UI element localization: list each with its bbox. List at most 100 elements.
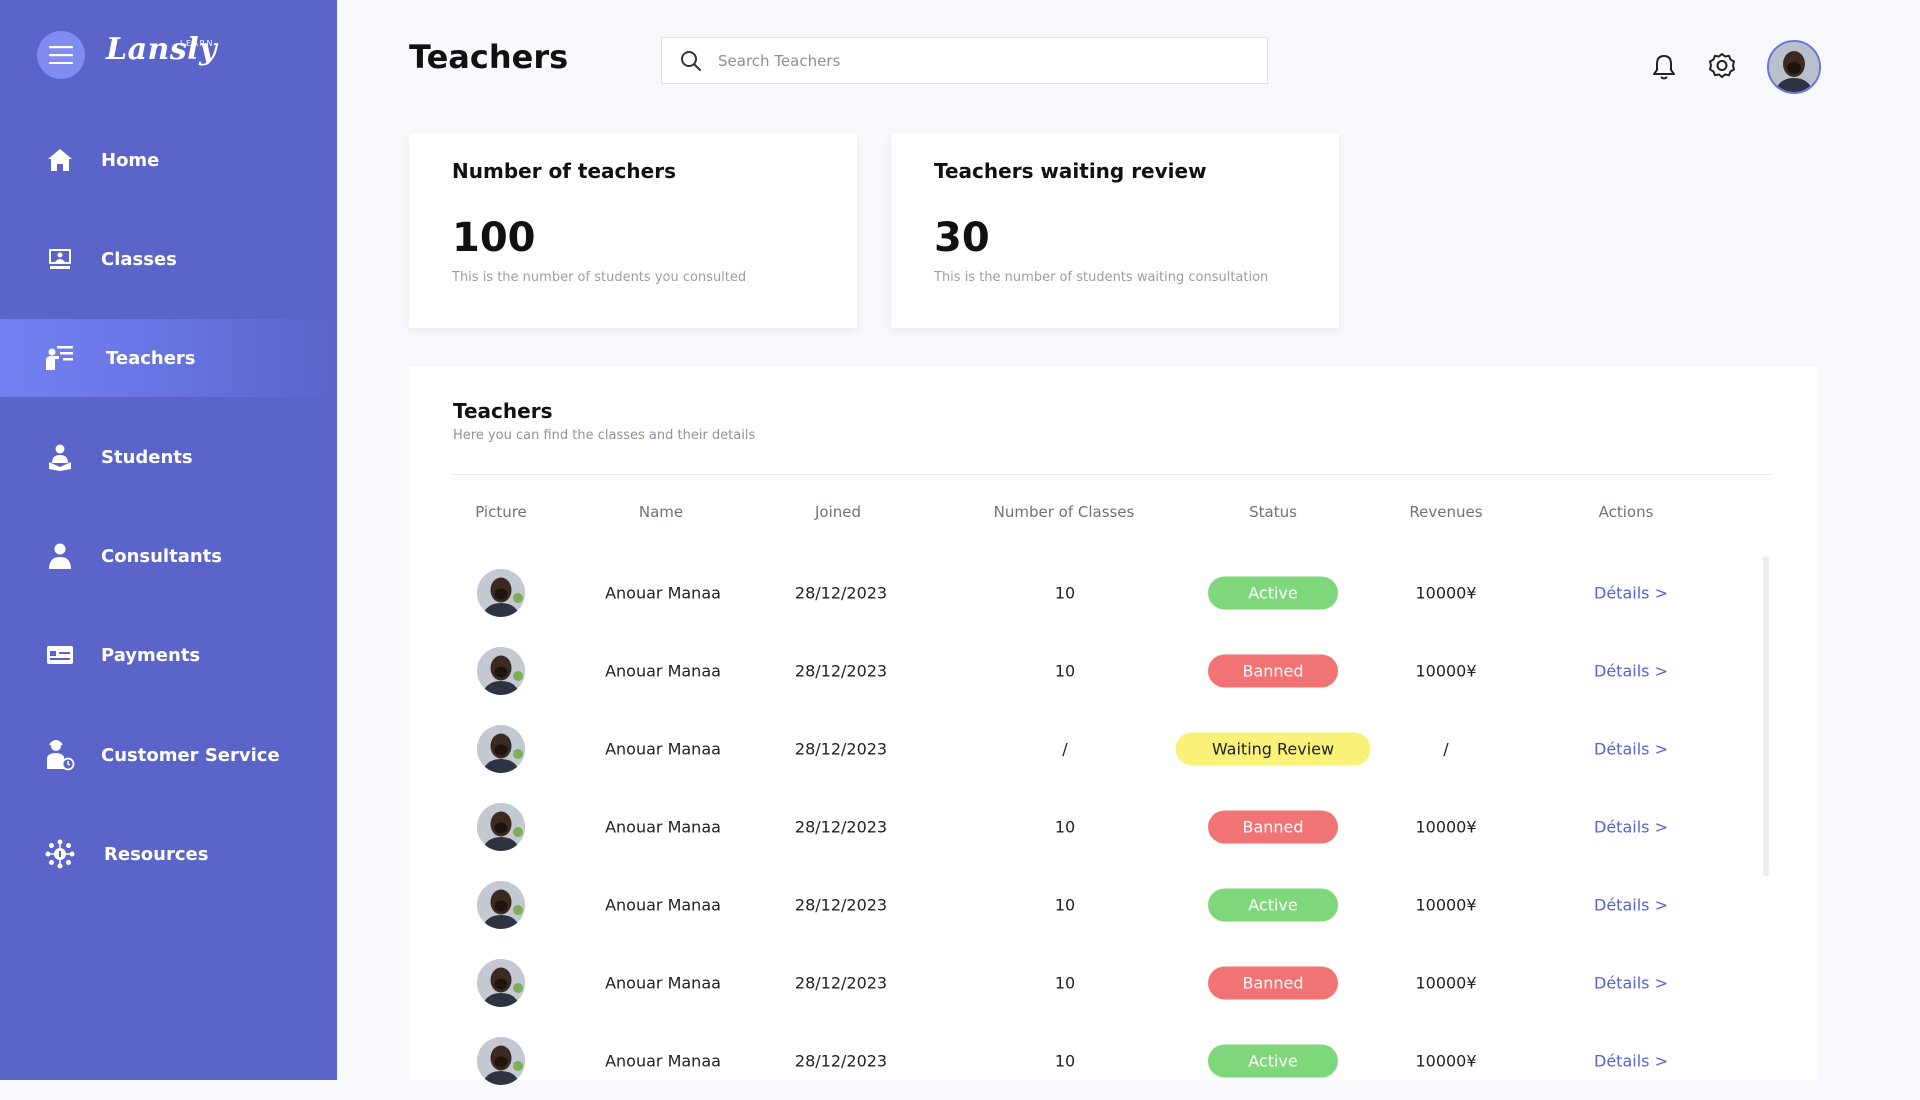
teacher-avatar [477, 569, 525, 617]
details-link[interactable]: Détails > [1594, 974, 1668, 993]
sidebar-item-payments[interactable]: Payments [0, 616, 337, 694]
number-of-classes: 10 [1054, 661, 1076, 681]
number-of-classes: 10 [1054, 583, 1076, 603]
joined-date: 28/12/2023 [794, 661, 888, 681]
teacher-name: Anouar Manaa [605, 661, 721, 681]
sidebar-item-label: Customer Service [101, 744, 280, 766]
teacher-name: Anouar Manaa [605, 583, 721, 603]
stat-card-title: Teachers waiting review [934, 159, 1207, 183]
table-subtitle: Here you can find the classes and their … [453, 428, 756, 443]
teacher-name: Anouar Manaa [605, 973, 721, 993]
details-link[interactable]: Détails > [1594, 584, 1668, 603]
status-badge: Active [1208, 888, 1338, 922]
stat-card-value: 100 [452, 215, 536, 261]
status-badge: Active [1208, 1044, 1338, 1078]
table-row: Anouar Manaa 28/12/2023 10 Active 10000¥ Déta… [409, 554, 1817, 632]
table-row: Anouar Manaa 28/12/2023 10 Active 10000¥ Déta… [409, 1022, 1817, 1100]
table-row: Anouar Manaa 28/12/2023 10 Active 10000¥ Déta… [409, 866, 1817, 944]
sidebar-item-consultants[interactable]: Consultants [0, 517, 337, 595]
details-link[interactable]: Détails > [1594, 740, 1668, 759]
sidebar-item-label: Teachers [106, 347, 196, 369]
consultant-icon [45, 541, 75, 571]
teacher-avatar [477, 881, 525, 929]
status-badge: Banned [1208, 966, 1338, 1000]
column-header-picture: Picture [475, 503, 527, 521]
sidebar-item-label: Payments [101, 644, 201, 666]
joined-date: 28/12/2023 [794, 895, 888, 915]
column-header-name: Name [638, 503, 684, 521]
table-scrollbar[interactable] [1763, 556, 1769, 876]
table-row: Anouar Manaa 28/12/2023 10 Banned 10000¥ Déta… [409, 788, 1817, 866]
revenue: 10000¥ [1415, 1051, 1477, 1071]
teacher-name: Anouar Manaa [605, 817, 721, 837]
search-input[interactable] [716, 50, 1240, 71]
search-bar [661, 37, 1268, 84]
status-badge: Banned [1208, 810, 1338, 844]
teacher-name: Anouar Manaa [605, 895, 721, 915]
stat-card-waiting-review: Teachers waiting review 30 This is the n… [891, 133, 1339, 328]
column-header-number-of-classes: Number of Classes [993, 503, 1135, 521]
column-header-actions: Actions [1598, 503, 1654, 521]
details-link[interactable]: Détails > [1594, 1052, 1668, 1071]
menu-toggle-button[interactable] [37, 31, 85, 79]
stat-card-description: This is the number of students waiting c… [934, 270, 1269, 285]
home-icon [45, 145, 75, 175]
number-of-classes: / [1062, 739, 1068, 759]
sidebar-item-label: Resources [104, 843, 209, 865]
number-of-classes: 10 [1054, 817, 1076, 837]
teacher-avatar [477, 647, 525, 695]
joined-date: 28/12/2023 [794, 583, 888, 603]
student-icon [45, 442, 75, 472]
column-header-revenues: Revenues [1409, 503, 1483, 521]
sidebar: Lansly LEARN Home Classes Teachers Stude… [0, 0, 337, 1080]
table-row: Anouar Manaa 28/12/2023 / Waiting Review / Dé… [409, 710, 1817, 788]
revenue: 10000¥ [1415, 661, 1477, 681]
customer-service-icon [45, 740, 75, 771]
status-badge: Active [1208, 576, 1338, 610]
sidebar-item-customer-service[interactable]: Customer Service [0, 716, 337, 794]
teacher-avatar [477, 959, 525, 1007]
teacher-name: Anouar Manaa [605, 1051, 721, 1071]
teacher-avatar [477, 725, 525, 773]
hamburger-icon [49, 46, 73, 64]
teacher-avatar [477, 803, 525, 851]
teacher-name: Anouar Manaa [605, 739, 721, 759]
app-logo: Lansly [106, 32, 218, 67]
sidebar-item-students[interactable]: Students [0, 418, 337, 496]
number-of-classes: 10 [1054, 895, 1076, 915]
details-link[interactable]: Détails > [1594, 662, 1668, 681]
sidebar-item-resources[interactable]: Resources [0, 815, 337, 893]
sidebar-item-home[interactable]: Home [0, 121, 337, 199]
status-badge: Banned [1208, 654, 1338, 688]
user-avatar[interactable] [1767, 40, 1821, 94]
page-title: Teachers [409, 38, 569, 76]
divider [453, 474, 1771, 475]
table-row: Anouar Manaa 28/12/2023 10 Banned 10000¥ Déta… [409, 632, 1817, 710]
table-row: Anouar Manaa 28/12/2023 10 Banned 10000¥ Déta… [409, 944, 1817, 1022]
sidebar-item-classes[interactable]: Classes [0, 220, 337, 298]
sidebar-item-label: Consultants [101, 545, 222, 567]
details-link[interactable]: Détails > [1594, 896, 1668, 915]
number-of-classes: 10 [1054, 1051, 1076, 1071]
resources-icon [45, 839, 75, 869]
sidebar-item-teachers[interactable]: Teachers [0, 319, 337, 397]
revenue: 10000¥ [1415, 817, 1477, 837]
column-header-status: Status [1249, 503, 1297, 521]
details-link[interactable]: Détails > [1594, 818, 1668, 837]
stat-card-description: This is the number of students you consu… [452, 270, 747, 285]
teacher-avatar [477, 1037, 525, 1085]
bell-icon [1653, 55, 1675, 80]
notification-button[interactable] [1649, 52, 1679, 82]
sidebar-item-label: Home [101, 149, 160, 171]
revenue: 10000¥ [1415, 973, 1477, 993]
revenue: / [1443, 739, 1449, 759]
avatar-image [1769, 42, 1819, 92]
teachers-table-panel: Teachers Here you can find the classes a… [409, 367, 1817, 1085]
app-logo-tagline: LEARN [180, 39, 215, 48]
sidebar-item-label: Classes [101, 248, 177, 270]
stat-card-title: Number of teachers [452, 159, 676, 183]
joined-date: 28/12/2023 [794, 817, 888, 837]
settings-button[interactable] [1707, 51, 1737, 81]
revenue: 10000¥ [1415, 895, 1477, 915]
search-icon [681, 50, 701, 71]
